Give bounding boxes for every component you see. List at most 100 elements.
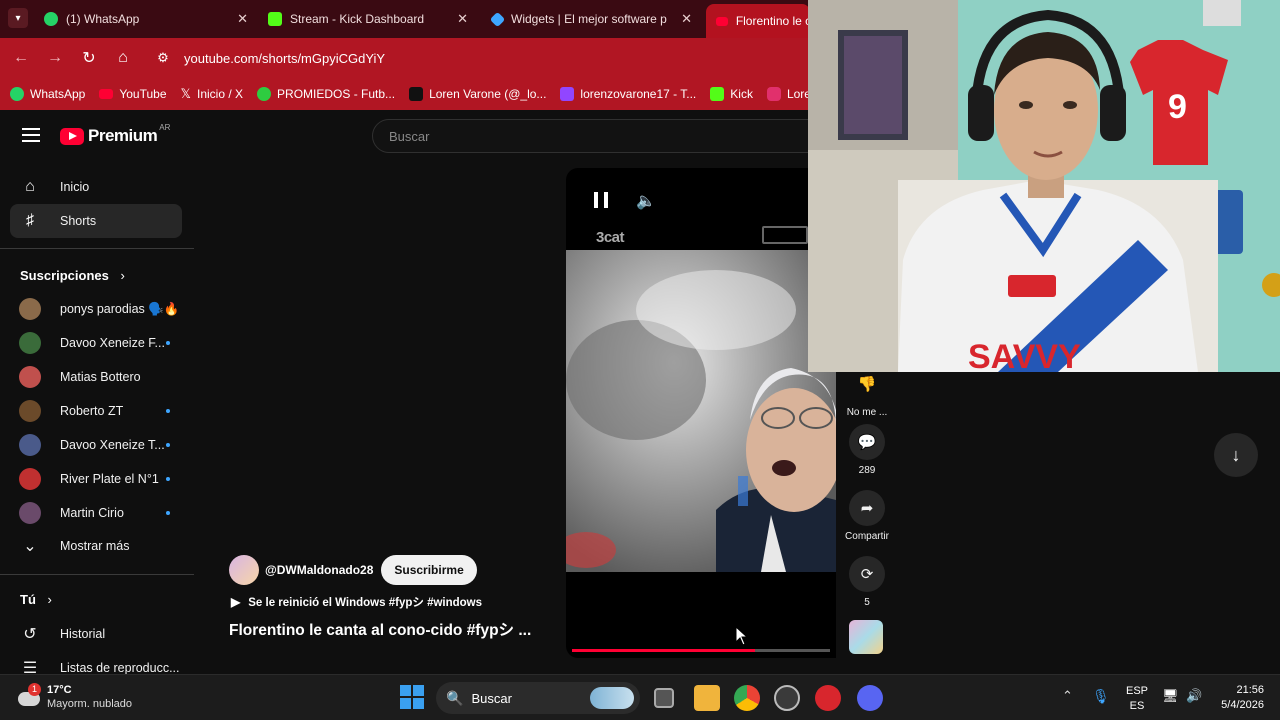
comment-icon: 💬: [849, 424, 885, 460]
close-tab-icon[interactable]: ✕: [457, 11, 468, 27]
bookmark-whatsapp[interactable]: WhatsApp: [10, 87, 85, 101]
file-explorer-icon[interactable]: [694, 685, 720, 711]
tab-youtube-active[interactable]: Florentino le c: [706, 4, 810, 38]
channel-name: Roberto ZT: [60, 404, 124, 418]
language-code: ESP: [1126, 685, 1149, 697]
svg-text:SAVVY: SAVVY: [968, 338, 1081, 372]
youtube-icon: [99, 89, 114, 99]
subscription-item[interactable]: Matias Bottero: [10, 360, 182, 394]
subscription-item[interactable]: Davoo Xeneize T...: [10, 428, 182, 462]
forward-icon[interactable]: →: [42, 45, 68, 71]
you-heading[interactable]: Tú ›: [20, 592, 52, 607]
action-label: Compartir: [845, 531, 889, 542]
dislike-button[interactable]: 👎 No me ...: [842, 366, 892, 418]
mouse-cursor-icon: [735, 626, 749, 646]
action-label: 289: [858, 465, 876, 476]
volume-icon[interactable]: 🔈: [636, 191, 656, 211]
remix-button[interactable]: ⟳ 5: [842, 556, 892, 608]
subscription-item[interactable]: Martin Cirio: [10, 496, 182, 530]
next-video-button[interactable]: ↓: [1214, 433, 1258, 477]
arrow-down-icon: ↓: [1231, 444, 1241, 465]
divider: [0, 574, 194, 575]
bookmark-twitch[interactable]: lorenzovarone17 - T...: [560, 87, 696, 101]
shorts-player[interactable]: 🔈 ⋮ 3cat: [566, 168, 836, 658]
obs-icon[interactable]: [774, 685, 800, 711]
video-progress-fill: [572, 649, 756, 652]
subscribe-button[interactable]: Suscribirme: [381, 555, 477, 585]
instagram-icon: [766, 87, 781, 101]
tab-whatsapp[interactable]: (1) WhatsApp ✕: [44, 4, 248, 34]
search-input[interactable]: Buscar: [372, 119, 812, 153]
sidebar-item-historial[interactable]: ↺ Historial: [10, 617, 182, 651]
bookmark-tiktok[interactable]: Loren Varone (@_lo...: [409, 87, 546, 101]
tab-search-button[interactable]: ▾: [8, 8, 28, 28]
reload-icon[interactable]: ↻: [76, 45, 102, 71]
subscription-item[interactable]: ponys parodias 🗣️🔥: [10, 292, 182, 326]
chrome-icon[interactable]: [734, 685, 760, 711]
share-button[interactable]: ➦ Compartir: [842, 490, 892, 542]
channel-handle[interactable]: @DWMaldonado28: [265, 563, 373, 577]
language-indicator[interactable]: ESP ES: [1126, 684, 1148, 714]
x-logo-icon: 𝕏: [180, 86, 191, 101]
subscription-item[interactable]: Davoo Xeneize F...: [10, 326, 182, 360]
speaker-icon[interactable]: 🔊: [1186, 688, 1202, 704]
chevron-right-icon: ›: [47, 592, 52, 607]
short-title[interactable]: Florentino le canta al cono-cido #fypシ .…: [229, 618, 531, 640]
comment-button[interactable]: 💬 289: [842, 424, 892, 476]
channel-avatar: [19, 298, 41, 320]
app-red-icon[interactable]: [815, 685, 841, 711]
taskbar-search-box[interactable]: 🔍 Buscar: [436, 682, 640, 714]
browser-tab-bar: ▾ (1) WhatsApp ✕ Stream - Kick Dashboard…: [0, 0, 810, 38]
home-icon[interactable]: ⌂: [110, 45, 136, 71]
promiedos-icon: [257, 87, 272, 101]
windows-start-icon[interactable]: [400, 685, 424, 709]
tab-title: Florentino le c: [735, 14, 810, 28]
chevron-up-icon[interactable]: ⌃: [1062, 688, 1073, 704]
close-tab-icon[interactable]: ✕: [681, 11, 692, 27]
bookmark-promiedos[interactable]: PROMIEDOS - Futb...: [257, 87, 395, 101]
twitch-icon: [560, 87, 575, 101]
sidebar-item-shorts[interactable]: ♯ Shorts: [10, 204, 182, 238]
site-info-icon[interactable]: ⚙: [150, 45, 176, 71]
tab-widgets[interactable]: Widgets | El mejor software par ✕: [489, 4, 692, 34]
divider: [0, 248, 194, 249]
tab-kick-dashboard[interactable]: Stream - Kick Dashboard ✕: [268, 4, 468, 34]
task-view-icon[interactable]: [654, 688, 674, 708]
microphone-icon[interactable]: 🎙: [1092, 688, 1110, 705]
kick-icon: [710, 87, 725, 101]
subscription-item[interactable]: Roberto ZT: [10, 394, 182, 428]
show-more-button[interactable]: ⌄ Mostrar más: [10, 529, 182, 563]
tiktok-icon: [409, 87, 424, 101]
video-frame: [566, 250, 836, 572]
bookmark-youtube[interactable]: YouTube: [99, 87, 167, 101]
pause-icon[interactable]: [594, 192, 608, 210]
sidebar-item-inicio[interactable]: ⌂ Inicio: [10, 170, 182, 204]
sound-thumbnail[interactable]: [849, 620, 883, 654]
subscriptions-heading[interactable]: Suscripciones ›: [20, 268, 125, 283]
close-tab-icon[interactable]: ✕: [237, 11, 248, 27]
broadcaster-logo: [762, 226, 808, 244]
channel-avatar[interactable]: [229, 555, 259, 585]
whatsapp-icon: [10, 87, 24, 101]
bookmark-label: Kick: [730, 87, 753, 101]
new-content-dot: [166, 341, 170, 345]
bookmark-x[interactable]: 𝕏 Inicio / X: [181, 86, 244, 102]
short-sound-row[interactable]: ▶ Se le reinició el Windows #fypシ #windo…: [231, 594, 482, 610]
channel-name: Martin Cirio: [60, 506, 124, 520]
weather-widget[interactable]: 1 17°C Mayorm. nublado: [16, 683, 132, 711]
new-content-dot: [166, 477, 170, 481]
video-progress-bar[interactable]: [572, 649, 830, 652]
discord-icon[interactable]: [857, 685, 883, 711]
bookmark-kick[interactable]: Kick: [710, 87, 753, 101]
action-label: No me ...: [846, 407, 888, 418]
subscription-item[interactable]: River Plate el N°1: [10, 462, 182, 496]
back-icon[interactable]: ←: [8, 45, 34, 71]
channel-name: ponys parodias 🗣️🔥: [60, 301, 180, 316]
network-icon[interactable]: 🖥: [1162, 688, 1179, 704]
bookmark-label: YouTube: [119, 87, 167, 101]
clock[interactable]: 21:56 5/4/2026: [1212, 683, 1264, 713]
sidebar-item-label: Listas de reproducc...: [60, 661, 180, 675]
clock-time: 21:56: [1236, 684, 1264, 696]
url-input[interactable]: youtube.com/shorts/mGpyiCGdYiY: [184, 51, 385, 66]
chevron-right-icon: ›: [120, 268, 125, 283]
